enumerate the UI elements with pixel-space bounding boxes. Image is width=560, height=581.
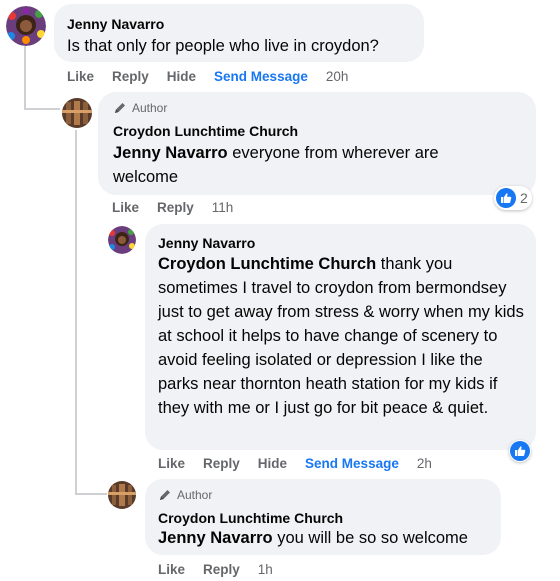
comment-text: Jenny Navarro everyone from wherever are… [113, 141, 493, 189]
reaction-summary[interactable] [509, 440, 531, 462]
like-icon [510, 441, 530, 461]
thread-line [24, 46, 26, 110]
like-icon [496, 188, 516, 208]
like-button[interactable]: Like [112, 200, 139, 215]
like-button[interactable]: Like [67, 69, 94, 84]
mention-link[interactable]: Jenny Navarro [113, 144, 228, 162]
timestamp[interactable]: 20h [326, 69, 349, 84]
comment-actions: Like Reply Hide Send Message 20h [67, 69, 366, 84]
comment-text-content: thank you sometimes I travel to croydon … [158, 255, 524, 417]
mention-link[interactable]: Croydon Lunchtime Church [158, 255, 376, 273]
comment-author[interactable]: Croydon Lunchtime Church [113, 123, 298, 139]
reply-button[interactable]: Reply [203, 456, 240, 471]
thread-line [75, 493, 107, 495]
author-badge-label: Author [132, 101, 168, 115]
comment-actions: Like Reply 1h [158, 562, 291, 577]
reply-button[interactable]: Reply [112, 69, 149, 84]
comment-author[interactable]: Jenny Navarro [158, 235, 255, 251]
comment-author[interactable]: Jenny Navarro [67, 16, 164, 32]
comment-text: Is that only for people who live in croy… [67, 37, 379, 55]
author-badge: Author [158, 488, 212, 502]
send-message-button[interactable]: Send Message [305, 456, 399, 471]
thread-line [24, 108, 60, 110]
comment-author[interactable]: Croydon Lunchtime Church [158, 510, 343, 526]
timestamp[interactable]: 11h [212, 200, 234, 215]
reaction-count: 2 [520, 190, 528, 206]
avatar[interactable] [6, 6, 46, 46]
comment-actions: Like Reply Hide Send Message 2h [158, 456, 450, 471]
reply-button[interactable]: Reply [157, 200, 194, 215]
reaction-summary[interactable]: 2 [494, 186, 532, 210]
comment-actions: Like Reply 11h [112, 200, 251, 215]
avatar[interactable] [108, 226, 136, 254]
author-badge: Author [113, 101, 167, 115]
pencil-icon [160, 490, 170, 500]
author-badge-label: Author [177, 488, 213, 502]
pencil-icon [115, 103, 125, 113]
thread-line [75, 130, 77, 494]
comment-text-content: you will be so so welcome [272, 529, 468, 547]
like-button[interactable]: Like [158, 456, 185, 471]
comment-text: Jenny Navarro you will be so so welcome [158, 526, 498, 550]
timestamp[interactable]: 1h [258, 562, 273, 577]
avatar[interactable] [108, 481, 136, 509]
mention-link[interactable]: Jenny Navarro [158, 529, 273, 547]
hide-button[interactable]: Hide [167, 69, 196, 84]
avatar[interactable] [62, 98, 92, 128]
reply-button[interactable]: Reply [203, 562, 240, 577]
comment-text: Croydon Lunchtime Church thank you somet… [158, 252, 526, 420]
like-button[interactable]: Like [158, 562, 185, 577]
send-message-button[interactable]: Send Message [214, 69, 308, 84]
hide-button[interactable]: Hide [258, 456, 287, 471]
timestamp[interactable]: 2h [417, 456, 432, 471]
